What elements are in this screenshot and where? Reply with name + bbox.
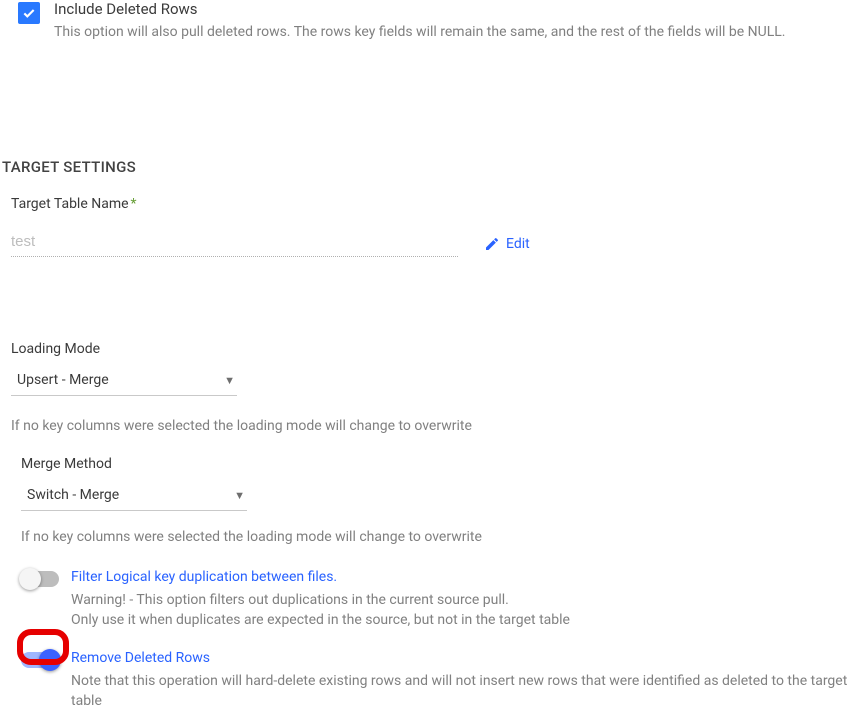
filter-dup-toggle[interactable]: [21, 571, 59, 587]
chevron-down-icon: ▼: [224, 374, 235, 387]
target-table-label: Target Table Name: [11, 196, 129, 212]
include-deleted-desc: This option will also pull deleted rows.…: [54, 24, 785, 40]
loading-mode-label: Loading Mode: [11, 341, 856, 357]
merge-method-label: Merge Method: [21, 456, 856, 472]
chevron-down-icon: ▼: [234, 489, 245, 502]
merge-method-select[interactable]: Switch - Merge ▼: [21, 480, 247, 511]
target-settings-header: TARGET SETTINGS: [2, 158, 856, 176]
loading-mode-select[interactable]: Upsert - Merge ▼: [11, 365, 237, 396]
edit-label: Edit: [506, 236, 530, 252]
loading-mode-hint: If no key columns were selected the load…: [11, 418, 856, 434]
include-deleted-checkbox[interactable]: [18, 2, 40, 24]
remove-deleted-toggle[interactable]: [21, 652, 59, 668]
merge-method-hint: If no key columns were selected the load…: [21, 529, 856, 545]
filter-dup-warning: Warning! - This option filters out dupli…: [71, 591, 570, 630]
loading-mode-value: Upsert - Merge: [17, 372, 109, 388]
check-icon: [21, 5, 37, 21]
remove-deleted-link[interactable]: Remove Deleted Rows: [71, 650, 856, 666]
filter-dup-link[interactable]: Filter Logical key duplication between f…: [71, 569, 570, 585]
target-table-input[interactable]: [11, 230, 458, 257]
pencil-icon: [484, 236, 500, 252]
edit-button[interactable]: Edit: [484, 236, 530, 252]
required-star: *: [131, 196, 137, 212]
remove-deleted-desc: Note that this operation will hard-delet…: [71, 672, 856, 711]
merge-method-value: Switch - Merge: [27, 487, 119, 503]
include-deleted-title: Include Deleted Rows: [54, 0, 785, 18]
